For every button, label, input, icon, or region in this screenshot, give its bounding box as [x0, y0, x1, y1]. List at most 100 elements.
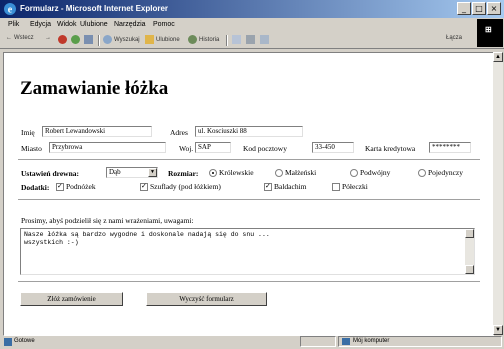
- checkbox[interactable]: [56, 182, 64, 191]
- comments-text: Nasze łóżka są bardzo wygodne i doskonal…: [24, 231, 270, 246]
- window-controls: _ □ ×: [457, 2, 501, 15]
- scroll-down-icon[interactable]: ▼: [493, 325, 503, 335]
- maximize-button[interactable]: □: [472, 2, 486, 15]
- edit-icon: [260, 35, 269, 44]
- checkbox[interactable]: [332, 182, 340, 191]
- size-option-label: Podwójny: [360, 168, 391, 177]
- zone-pane: Mój komputer: [338, 336, 502, 347]
- stop-button[interactable]: [58, 35, 67, 44]
- status-text: Gotowe: [14, 338, 35, 344]
- divider: [18, 199, 480, 201]
- extras-option-label: Baldachim: [274, 182, 307, 191]
- divider: [18, 159, 480, 161]
- print-button[interactable]: [246, 35, 255, 44]
- size-option-label: Małżeński: [285, 168, 317, 177]
- history-button[interactable]: Historia: [188, 35, 219, 44]
- comments-scrollbar[interactable]: [465, 229, 474, 274]
- menu-tools[interactable]: Narzędzia: [114, 21, 146, 28]
- extras-option-label: Podnóżek: [66, 182, 96, 191]
- back-button[interactable]: ← Wstecz: [6, 35, 34, 41]
- page-scrollbar[interactable]: ▲ ▼: [493, 52, 503, 335]
- state-field[interactable]: SAP: [195, 142, 231, 153]
- toolbar-separator: [98, 35, 100, 46]
- page-done-icon: [4, 338, 12, 346]
- name-field[interactable]: Robert Lewandowski: [42, 126, 152, 137]
- size-option-king[interactable]: Królewskie: [209, 168, 254, 177]
- stop-icon: [58, 35, 67, 44]
- links-button[interactable]: Łącza: [446, 35, 462, 41]
- radio-button[interactable]: [275, 168, 283, 177]
- page-content: Zamawianie łóżka Imię Robert Lewandowski…: [3, 52, 494, 336]
- search-label: Wyszukaj: [114, 36, 140, 43]
- radio-button[interactable]: [418, 168, 426, 177]
- extras-option-canopy[interactable]: Baldachim: [264, 182, 307, 191]
- back-arrow-icon: ←: [6, 35, 12, 41]
- windows-logo-icon: ⊞: [477, 19, 503, 47]
- wood-selected-value: Dąb: [109, 168, 121, 176]
- extras-option-shelves[interactable]: Półeczki: [332, 182, 368, 191]
- submit-button[interactable]: Złóż zamówienie: [20, 292, 123, 306]
- mail-button[interactable]: [232, 35, 241, 44]
- state-label: Woj.: [179, 144, 194, 153]
- wood-label: Ustawień drewna:: [21, 169, 79, 178]
- size-option-label: Pojedynczy: [428, 168, 463, 177]
- window-title: Formularz - Microsoft Internet Explorer: [20, 4, 169, 13]
- menu-help[interactable]: Pomoc: [153, 21, 175, 28]
- refresh-icon: [71, 35, 80, 44]
- checkbox[interactable]: [140, 182, 148, 191]
- card-field[interactable]: ********: [429, 142, 471, 153]
- zip-field[interactable]: 33-450: [312, 142, 354, 153]
- wood-select[interactable]: Dąb ▼: [106, 167, 158, 178]
- address-label: Adres: [170, 128, 188, 137]
- checkbox[interactable]: [264, 182, 272, 191]
- extras-option-footboard[interactable]: Podnóżek: [56, 182, 96, 191]
- toolbar-divider: [0, 48, 504, 51]
- favorites-icon: [145, 35, 154, 44]
- links-label: Łącza: [446, 35, 463, 41]
- mail-icon: [232, 35, 241, 44]
- scroll-up-icon[interactable]: [465, 229, 474, 238]
- comments-textarea[interactable]: Nasze łóżka są bardzo wygodne i doskonal…: [20, 228, 475, 275]
- reset-button[interactable]: Wyczyść formularz: [146, 292, 267, 306]
- page-title: Zamawianie łóżka: [20, 78, 169, 99]
- browser-window: e Formularz - Microsoft Internet Explore…: [0, 0, 504, 349]
- size-option-double[interactable]: Podwójny: [350, 168, 390, 177]
- title-bar[interactable]: e Formularz - Microsoft Internet Explore…: [0, 0, 504, 18]
- menu-file[interactable]: Plik: [8, 21, 19, 28]
- name-label: Imię: [21, 128, 35, 137]
- search-button[interactable]: Wyszukaj: [103, 35, 140, 44]
- comments-label: Prosimy, abyś podzielił się z nami wraże…: [21, 216, 194, 225]
- menu-edit[interactable]: Edycja: [30, 21, 51, 28]
- size-option-single[interactable]: Pojedynczy: [418, 168, 463, 177]
- toolbar-separator: [226, 35, 228, 46]
- extras-option-label: Szuflady (pod łóżkiem): [150, 182, 221, 191]
- favorites-button[interactable]: Ulubione: [145, 35, 180, 44]
- forward-button[interactable]: →: [45, 35, 51, 41]
- svg-text:e: e: [8, 5, 13, 16]
- radio-button[interactable]: [350, 168, 358, 177]
- close-button[interactable]: ×: [487, 2, 501, 15]
- menu-favorites[interactable]: Ulubione: [80, 21, 108, 28]
- minimize-button[interactable]: _: [457, 2, 471, 15]
- size-option-queen[interactable]: Małżeński: [275, 168, 316, 177]
- zip-label: Kod pocztowy: [243, 144, 287, 153]
- zone-text: Mój komputer: [353, 338, 390, 344]
- my-computer-icon: [342, 338, 350, 345]
- history-label: Historia: [199, 36, 220, 43]
- scroll-up-icon[interactable]: ▲: [493, 52, 503, 62]
- menu-view[interactable]: Widok: [57, 21, 76, 28]
- chevron-down-icon[interactable]: ▼: [148, 168, 157, 177]
- address-field[interactable]: ul. Kosciuszki 88: [195, 126, 303, 137]
- city-field[interactable]: Przybrowa: [49, 142, 166, 153]
- edit-button[interactable]: [260, 35, 269, 44]
- print-icon: [246, 35, 255, 44]
- extras-option-drawers[interactable]: Szuflady (pod łóżkiem): [140, 182, 221, 191]
- card-label: Karta kredytowa: [365, 144, 416, 153]
- divider: [18, 281, 480, 283]
- scroll-down-icon[interactable]: [465, 265, 474, 274]
- home-button[interactable]: [84, 35, 93, 44]
- radio-button[interactable]: [209, 168, 217, 177]
- menu-bar: Plik Edycja Widok Ulubione Narzędzia Pom…: [0, 18, 504, 32]
- status-pane: [300, 336, 336, 347]
- refresh-button[interactable]: [71, 35, 80, 44]
